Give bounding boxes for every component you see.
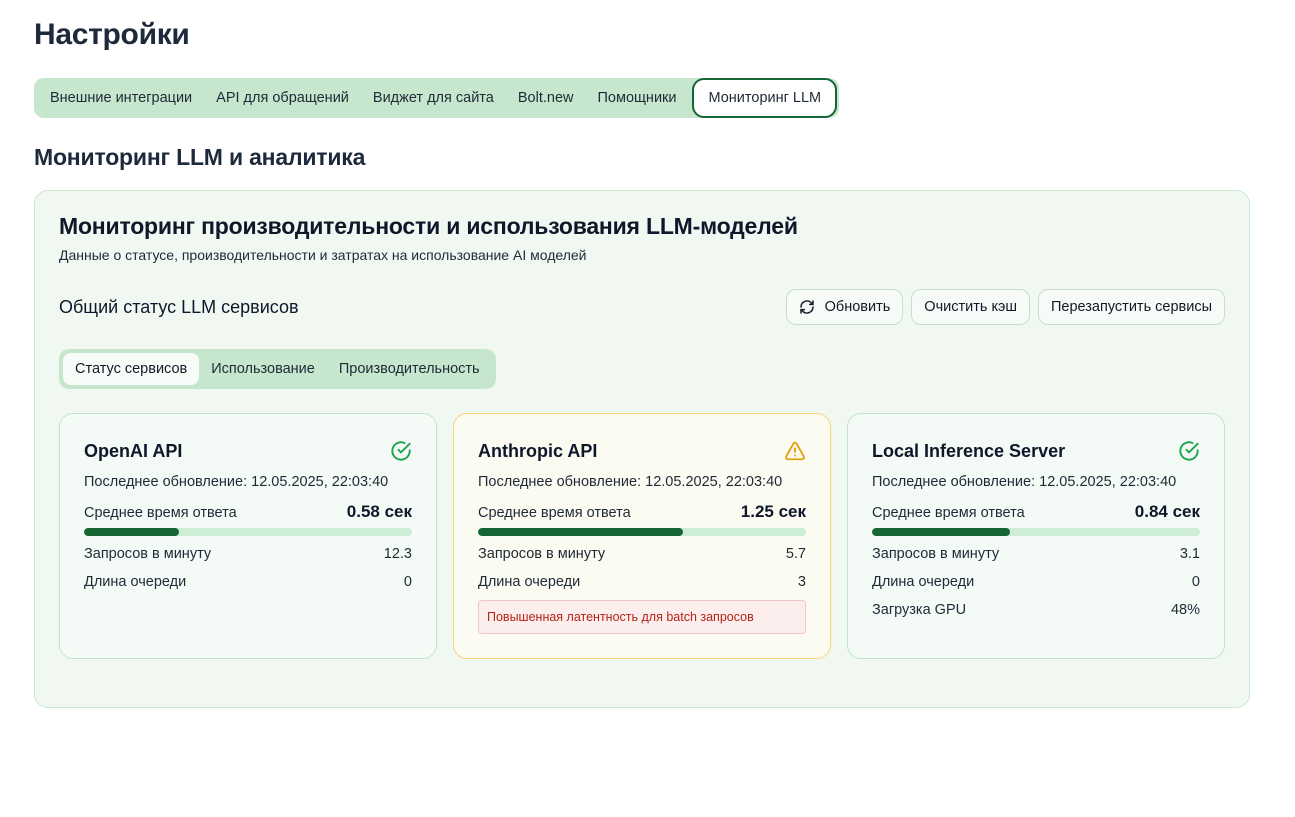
queue-label: Длина очереди: [872, 574, 975, 590]
response-time-bar: [478, 528, 806, 536]
response-time-bar-fill: [872, 528, 1010, 536]
service-name: OpenAI API: [84, 440, 183, 461]
service-name: Local Inference Server: [872, 440, 1066, 461]
last-updated-value: 12.05.2025, 22:03:40: [1039, 474, 1177, 490]
queue-value: 0: [403, 574, 412, 590]
last-updated-value: 12.05.2025, 22:03:40: [645, 474, 783, 490]
last-updated: Последнее обновление: 12.05.2025, 22:03:…: [872, 474, 1176, 490]
queue-value: 0: [1191, 574, 1200, 590]
settings-page: Настройки Внешние интеграции API для обр…: [0, 0, 1295, 817]
last-updated-label: Последнее обновление:: [478, 474, 646, 490]
response-time-bar-fill: [84, 528, 180, 536]
check-circle-icon: [1179, 441, 1199, 461]
last-updated-value: 12.05.2025, 22:03:40: [251, 474, 389, 490]
tab-service-status[interactable]: Статус сервисов: [63, 353, 200, 385]
last-updated: Последнее обновление: 12.05.2025, 22:03:…: [84, 474, 388, 490]
response-time-bar: [84, 528, 412, 536]
monitoring-panel: Мониторинг производительности и использо…: [34, 190, 1250, 708]
tab-site-widget[interactable]: Виджет для сайта: [361, 80, 506, 116]
last-updated: Последнее обновление: 12.05.2025, 22:03:…: [478, 474, 782, 490]
response-time-bar-fill: [478, 528, 683, 536]
refresh-icon: [799, 300, 814, 314]
rpm-value: 12.3: [383, 546, 412, 562]
last-updated-label: Последнее обновление:: [84, 474, 252, 490]
tab-llm-monitoring[interactable]: Мониторинг LLM: [692, 78, 838, 118]
status-sub-tabs: Статус сервисов Использование Производит…: [59, 349, 496, 389]
tab-performance[interactable]: Производительность: [327, 353, 492, 385]
rpm-value: 3.1: [1179, 546, 1200, 562]
panel-subtitle: Данные о статусе, производительности и з…: [59, 247, 587, 263]
service-name: Anthropic API: [478, 440, 598, 461]
queue-label: Длина очереди: [84, 574, 187, 590]
latency-alert: Повышенная латентность для batch запросо…: [478, 600, 806, 634]
tab-usage[interactable]: Использование: [199, 353, 327, 385]
avg-response-value: 1.25 сек: [740, 502, 806, 521]
refresh-button[interactable]: Обновить: [785, 289, 904, 325]
clear-cache-button[interactable]: Очистить кэш: [911, 289, 1030, 325]
settings-tabs: Внешние интеграции API для обращений Вид…: [34, 78, 840, 118]
queue-value: 3: [797, 574, 806, 590]
tab-assistants[interactable]: Помощники: [585, 80, 688, 116]
gpu-load-label: Загрузка GPU: [872, 602, 967, 618]
avg-response-value: 0.84 сек: [1134, 502, 1200, 521]
service-card-local-inference: Local Inference Server Последнее обновле…: [847, 413, 1225, 659]
avg-response-label: Среднее время ответа: [478, 505, 631, 521]
gpu-load-value: 48%: [1170, 602, 1200, 618]
status-heading: Общий статус LLM сервисов: [59, 297, 299, 317]
queue-label: Длина очереди: [478, 574, 581, 590]
tab-bolt-new[interactable]: Bolt.new: [506, 80, 586, 116]
response-time-bar: [872, 528, 1200, 536]
rpm-label: Запросов в минуту: [872, 546, 1000, 562]
service-card-anthropic: Anthropic API Последнее обновление: 12.0…: [453, 413, 831, 659]
avg-response-label: Среднее время ответа: [84, 505, 237, 521]
restart-services-button[interactable]: Перезапустить сервисы: [1037, 289, 1225, 325]
rpm-label: Запросов в минуту: [84, 546, 212, 562]
panel-title: Мониторинг производительности и использо…: [59, 213, 798, 239]
refresh-button-label: Обновить: [824, 299, 891, 315]
tab-api[interactable]: API для обращений: [204, 80, 361, 116]
action-buttons: Обновить Очистить кэш Перезапустить серв…: [785, 289, 1225, 325]
rpm-label: Запросов в минуту: [478, 546, 606, 562]
check-circle-icon: [391, 441, 411, 461]
rpm-value: 5.7: [785, 546, 806, 562]
service-card-openai: OpenAI API Последнее обновление: 12.05.2…: [59, 413, 437, 659]
avg-response-value: 0.58 сек: [346, 502, 412, 521]
last-updated-label: Последнее обновление:: [872, 474, 1040, 490]
tab-external-integrations[interactable]: Внешние интеграции: [38, 80, 204, 116]
section-title: Мониторинг LLM и аналитика: [34, 144, 366, 170]
avg-response-label: Среднее время ответа: [872, 505, 1025, 521]
warning-triangle-icon: [785, 441, 805, 461]
page-title: Настройки: [34, 18, 190, 51]
